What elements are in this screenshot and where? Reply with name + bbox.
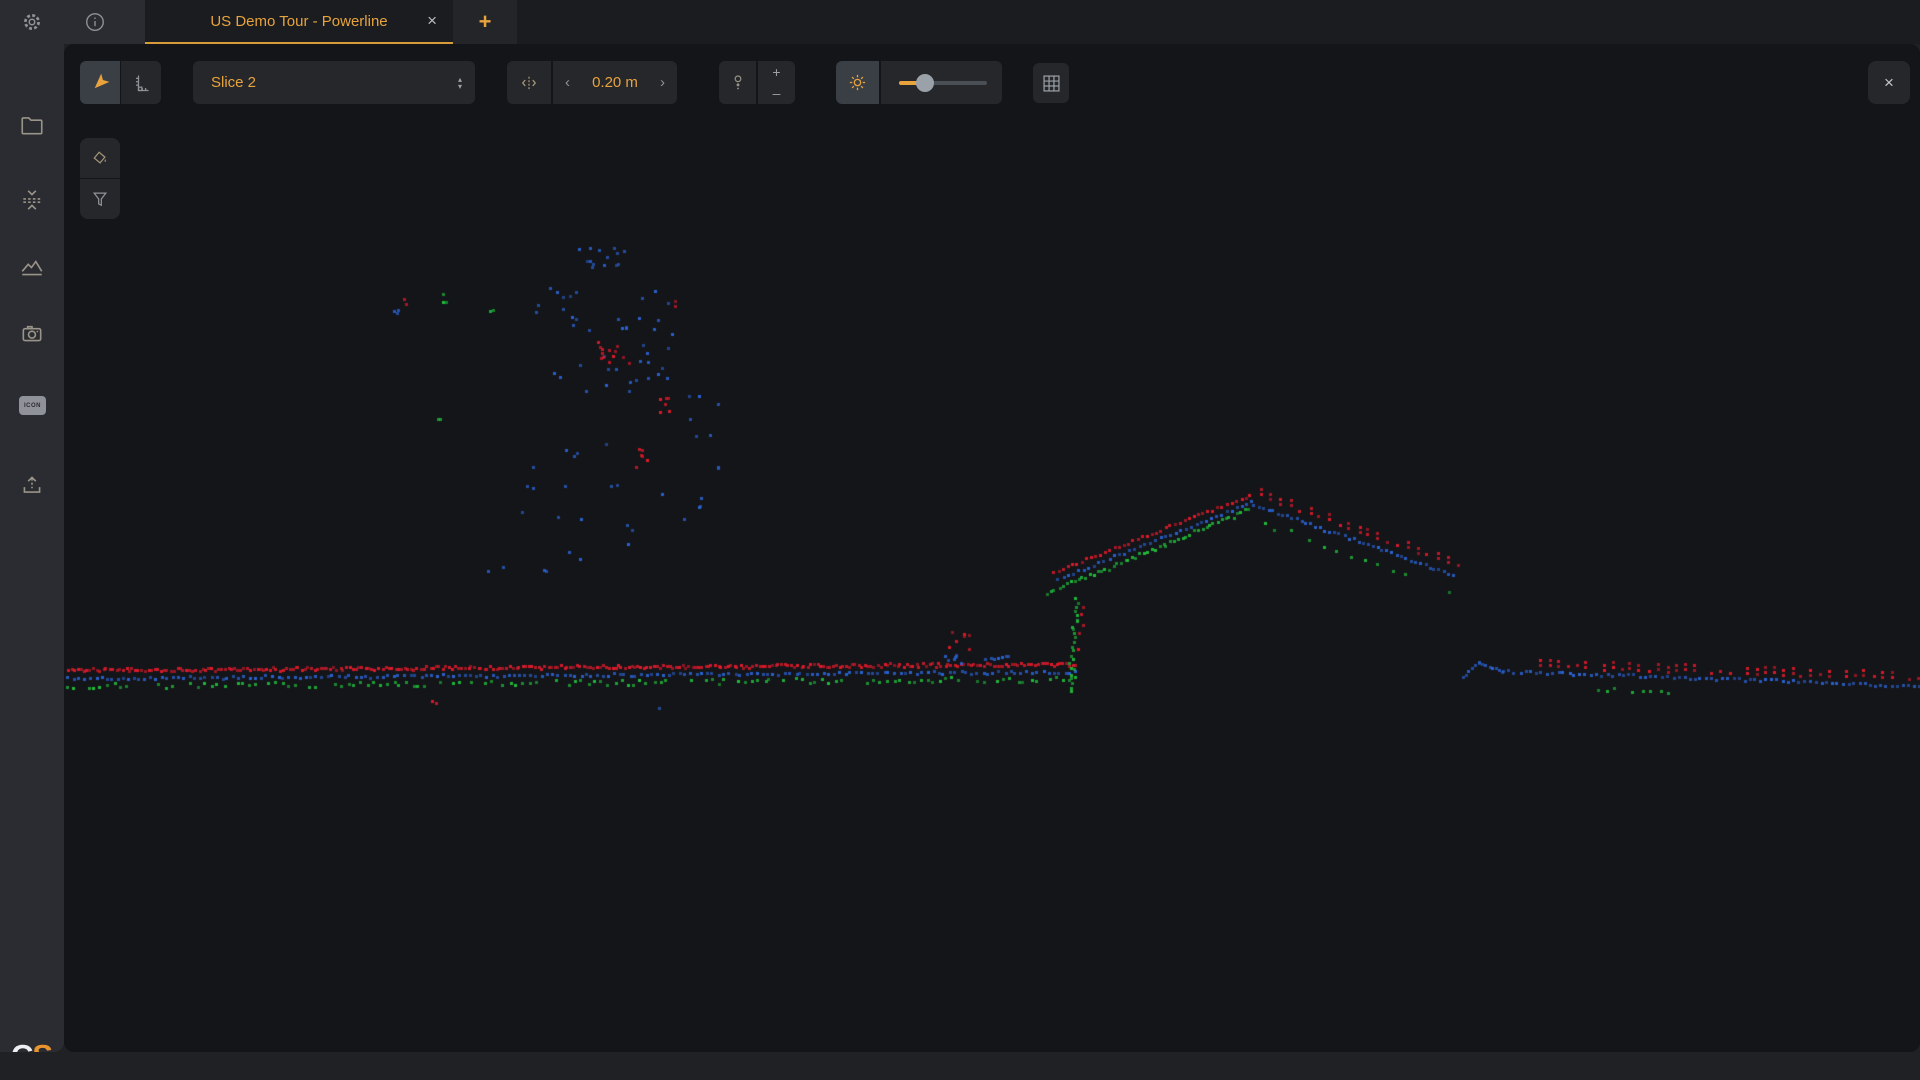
sidebar-item-terrain[interactable] bbox=[19, 254, 45, 280]
info-icon[interactable] bbox=[84, 11, 106, 33]
top-bar-left bbox=[0, 0, 145, 44]
sidebar-item-export[interactable] bbox=[19, 472, 45, 498]
close-view-button[interactable]: × bbox=[1868, 61, 1910, 104]
brightness-track[interactable] bbox=[899, 81, 987, 85]
slice-width-stepper: ‹ 0.20 m › bbox=[553, 61, 677, 104]
point-size-decrease-button[interactable]: – bbox=[758, 83, 795, 104]
paint-bucket-icon bbox=[90, 148, 110, 168]
slice-width-value: 0.20 m bbox=[592, 74, 638, 91]
brightness-button[interactable] bbox=[836, 61, 879, 104]
grid-toggle-button[interactable] bbox=[1033, 63, 1069, 103]
navigation-arrow-icon bbox=[90, 73, 110, 93]
slice-select-value: Slice 2 bbox=[211, 74, 256, 91]
filter-funnel-icon bbox=[90, 189, 110, 209]
plus-icon: + bbox=[479, 9, 492, 35]
upload-icon bbox=[19, 472, 45, 498]
spinner-icon[interactable]: ▴ ▾ bbox=[458, 61, 462, 104]
settings-gear-icon[interactable] bbox=[21, 11, 43, 33]
brightness-slider[interactable] bbox=[881, 61, 1002, 104]
point-size-increase-button[interactable]: + bbox=[758, 62, 795, 83]
top-bar: US Demo Tour - Powerline × + bbox=[0, 0, 1920, 44]
terrain-icon bbox=[19, 254, 45, 280]
ruler-icon bbox=[131, 73, 151, 93]
point-size-button[interactable] bbox=[719, 61, 756, 104]
filter-button[interactable] bbox=[80, 179, 120, 219]
folder-icon bbox=[22, 118, 42, 134]
measure-tool-button[interactable] bbox=[121, 61, 161, 104]
grid-icon bbox=[1041, 73, 1062, 94]
camera-icon bbox=[19, 320, 45, 346]
new-tab-button[interactable]: + bbox=[453, 0, 517, 44]
slice-select[interactable]: Slice 2 ▴ ▾ bbox=[193, 61, 475, 104]
tab-title: US Demo Tour - Powerline bbox=[210, 13, 387, 30]
tab-us-demo-tour-powerline[interactable]: US Demo Tour - Powerline × bbox=[145, 0, 453, 44]
chevron-right-icon[interactable]: › bbox=[660, 75, 665, 90]
sidebar-item-slice[interactable] bbox=[19, 187, 45, 213]
sidebar-item-capture[interactable] bbox=[19, 320, 45, 346]
brightness-handle[interactable] bbox=[916, 74, 934, 92]
status-bar bbox=[0, 1052, 1920, 1080]
paint-bucket-button[interactable] bbox=[80, 138, 120, 178]
navigate-tool-button[interactable] bbox=[80, 61, 120, 104]
sidebar-item-projects[interactable] bbox=[19, 112, 45, 138]
icon-badge: ICON bbox=[19, 396, 46, 415]
expand-width-icon bbox=[519, 73, 539, 93]
point-size-stepper: + – bbox=[758, 61, 795, 104]
slice-width-button[interactable] bbox=[507, 61, 551, 104]
pointcloud-canvas[interactable] bbox=[64, 44, 1920, 1052]
chevron-left-icon[interactable]: ‹ bbox=[565, 75, 570, 90]
close-icon: × bbox=[1884, 73, 1894, 93]
sidebar-item-placeholder[interactable]: ICON bbox=[19, 396, 45, 422]
sidebar: ICON CS bbox=[0, 44, 64, 1052]
slice-icon bbox=[19, 187, 45, 213]
point-size-icon bbox=[728, 73, 748, 93]
sun-icon bbox=[847, 72, 868, 93]
viewport-panel bbox=[64, 44, 1920, 1052]
tab-close-icon[interactable]: × bbox=[427, 0, 437, 42]
